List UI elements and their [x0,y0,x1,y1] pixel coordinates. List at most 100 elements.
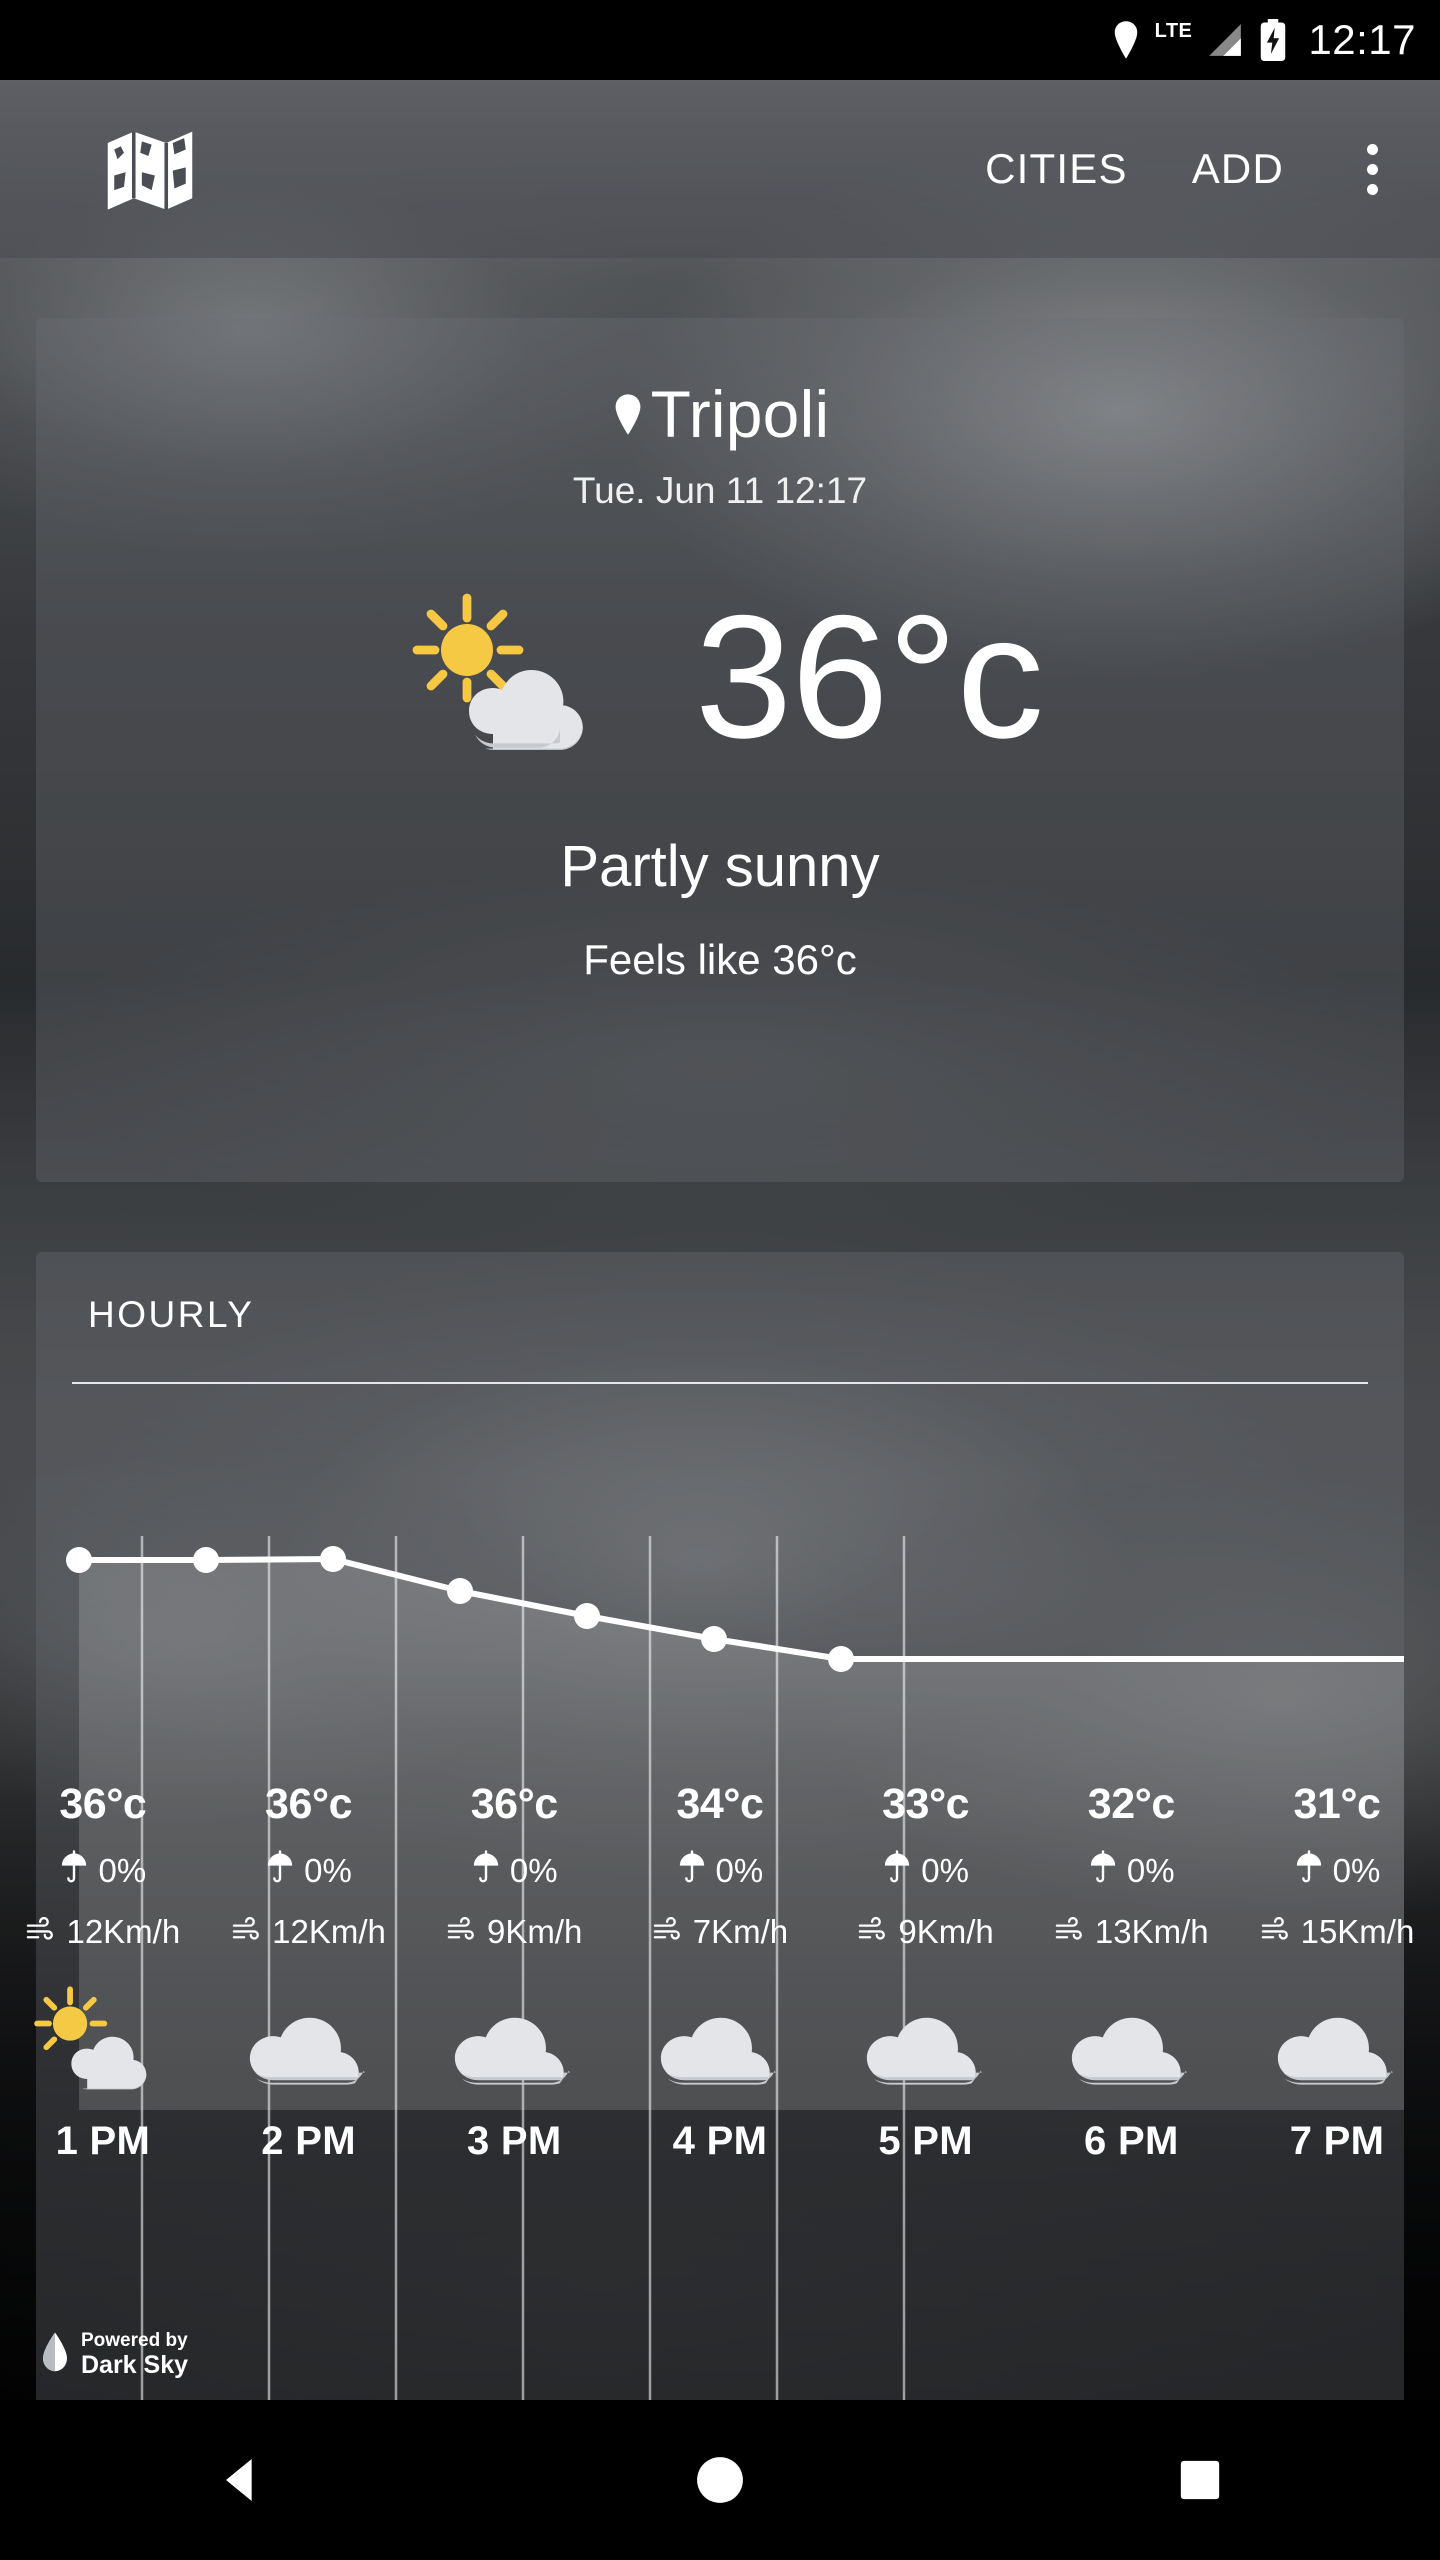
hourly-wind-row: 9Km/h [446,1913,582,1951]
hourly-temp: 32°c [1087,1780,1175,1828]
hourly-hour: 5 PM [878,2119,973,2163]
current-temperature: 36°c [694,580,1044,775]
system-nav-bar [0,2400,1440,2560]
hourly-precip: 0% [921,1852,969,1889]
hourly-hour: 6 PM [1084,2119,1179,2163]
current-condition: Partly sunny [560,834,880,899]
hourly-temp: 36°c [59,1780,147,1828]
hourly-temp: 36°c [265,1780,352,1828]
wind-icon [446,1913,478,1951]
lte-label: LTE [1154,19,1193,42]
hourly-item[interactable]: 32°c 0% 13Km/h 6 PM [1028,1780,1234,2164]
wind-icon [231,1913,263,1951]
hourly-temp: 33°c [882,1780,970,1828]
cloudy-icon [439,1985,589,2095]
cloudy-icon [851,1985,1001,2095]
hourly-precip: 0% [1126,1852,1175,1889]
hourly-wind-row: 15Km/h [1260,1913,1414,1951]
wind-icon [1260,1913,1292,1951]
hourly-hour: 4 PM [672,2119,768,2163]
hourly-precip: 0% [715,1852,764,1889]
hourly-wind-row: 13Km/h [1054,1913,1209,1951]
umbrella-icon [882,1850,912,1892]
hourly-precip-row: 0% [882,1850,969,1892]
wind-icon [25,1913,57,1951]
battery-charging-icon [1258,19,1288,61]
city-name: Tripoli [650,377,830,451]
umbrella-icon [1294,1850,1324,1892]
hourly-precip-row: 0% [1294,1850,1381,1892]
recents-nav-button[interactable] [1100,2400,1300,2560]
wind-icon [857,1913,889,1951]
signal-bars-icon [1206,21,1244,59]
hourly-wind-row: 12Km/h [231,1913,386,1951]
back-nav-button[interactable] [140,2400,340,2560]
umbrella-icon [265,1850,295,1892]
hourly-precip-row: 0% [1088,1850,1175,1892]
hourly-hour: 2 PM [261,2119,356,2163]
hourly-hour: 7 PM [1289,2119,1385,2163]
add-button[interactable]: ADD [1160,145,1316,193]
location-icon [1111,21,1141,59]
hourly-precip-row: 0% [471,1850,558,1892]
wind-icon [652,1913,684,1951]
dark-sky-icon [40,2331,70,2378]
hourly-hour: 1 PM [55,2119,151,2163]
cloudy-icon [1056,1985,1206,2095]
app-bar: CITIES ADD [0,80,1440,258]
app-bar-actions: CITIES ADD [953,124,1440,214]
current-datetime: Tue. Jun 11 12:17 [572,470,868,511]
partly-sunny-icon [397,590,637,765]
umbrella-icon [677,1850,707,1892]
hourly-wind: 12Km/h [66,1913,181,1950]
cities-button[interactable]: CITIES [953,145,1160,193]
hourly-temp: 36°c [470,1780,558,1828]
hourly-item[interactable]: 31°c 0% 15Km/h 7 PM [1234,1780,1440,2164]
hourly-temp: 31°c [1293,1780,1381,1828]
hourly-item[interactable]: 36°c 0% 9Km/h 3 PM [411,1780,617,2164]
hourly-wind: 7Km/h [692,1913,789,1950]
hourly-wind: 13Km/h [1094,1913,1209,1950]
hourly-wind: 12Km/h [272,1913,386,1950]
dark-sky-credit[interactable]: Powered by Dark Sky [40,2330,188,2379]
cloudy-icon [645,1985,795,2095]
hourly-wind-row: 12Km/h [25,1913,180,1951]
wind-icon [1054,1913,1086,1951]
hourly-precip: 0% [1332,1852,1381,1889]
credit-line2: Dark Sky [81,2351,189,2380]
hourly-temp: 34°c [676,1780,764,1828]
hourly-item[interactable]: 34°c 0% 7Km/h 4 PM [617,1780,823,2164]
credit-line1: Powered by [81,2330,188,2351]
hourly-precip: 0% [509,1852,558,1889]
hourly-precip-row: 0% [59,1850,146,1892]
hourly-precip: 0% [304,1852,352,1889]
map-logo-icon[interactable] [98,117,202,221]
partly-sunny-icon [23,1985,183,2095]
status-bar-clock: 12:17 [1308,16,1416,63]
hourly-item[interactable]: 36°c 0% 12Km/h 2 PM [206,1780,412,2164]
hourly-item[interactable]: 33°c 0% 9Km/h 5 PM [823,1780,1029,2164]
hourly-columns: 36°c 0% 12Km/h 1 PM 36°c 0% 12Km/h 2 PM … [0,1780,1440,2164]
umbrella-icon [471,1850,501,1892]
hourly-hour: 3 PM [466,2119,562,2163]
hourly-wind-row: 7Km/h [652,1913,788,1951]
cloudy-icon [1262,1985,1412,2095]
cloudy-icon [234,1985,384,2095]
current-weather-card[interactable]: Tripoli Tue. Jun 11 12:17 36°c Partly su… [36,318,1404,1182]
dark-sky-credit-text: Powered by Dark Sky [81,2330,188,2379]
hourly-title: HOURLY [88,1294,255,1335]
hourly-wind-row: 9Km/h [857,1913,994,1951]
umbrella-icon [59,1850,89,1892]
hourly-precip-row: 0% [677,1850,764,1892]
hourly-precip: 0% [98,1852,147,1889]
current-temp-row: 36°c [36,590,1404,765]
location-row: Tripoli [36,376,1404,452]
hourly-precip-row: 0% [265,1850,352,1892]
hourly-wind: 9Km/h [898,1913,994,1950]
status-bar: LTE 12:17 [0,0,1440,80]
umbrella-icon [1088,1850,1118,1892]
hourly-divider [72,1382,1368,1384]
home-nav-button[interactable] [620,2400,820,2560]
hourly-item[interactable]: 36°c 0% 12Km/h 1 PM [0,1780,206,2164]
overflow-menu-icon[interactable] [1332,124,1412,214]
